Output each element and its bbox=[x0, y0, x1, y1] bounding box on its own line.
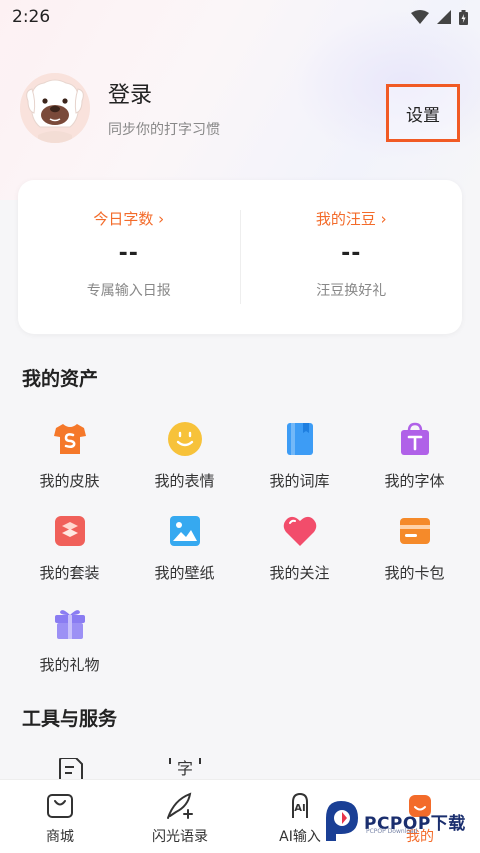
asset-label: 我的词库 bbox=[269, 472, 330, 490]
asset-label: 我的壁纸 bbox=[154, 564, 215, 582]
wallet-icon bbox=[396, 512, 434, 550]
feather-icon bbox=[167, 792, 193, 819]
watermark: PCPOP下载 PCPOP Download bbox=[322, 796, 480, 846]
shopping-bag-outline-icon bbox=[47, 794, 73, 818]
asset-label: 我的套装 bbox=[39, 564, 100, 582]
picture-icon bbox=[166, 512, 204, 550]
asset-item-suit[interactable]: 我的套装 bbox=[12, 512, 127, 602]
asset-item-lexicon[interactable]: 我的词库 bbox=[242, 420, 357, 510]
profile-section[interactable]: 登录 同步你的打字习惯 设置 bbox=[20, 72, 460, 144]
login-title[interactable]: 登录 bbox=[108, 77, 220, 109]
stat-title[interactable]: 我的汪豆 › bbox=[316, 208, 387, 229]
book-icon bbox=[281, 420, 319, 458]
status-bar: 2:26 bbox=[0, 0, 480, 34]
today-words-stat[interactable]: 今日字数 › -- 专属输入日报 bbox=[18, 180, 240, 334]
asset-label: 我的字体 bbox=[384, 472, 445, 490]
pcpop-logo-icon bbox=[326, 801, 358, 841]
tools-row: 字 bbox=[0, 750, 480, 780]
tab-label: 商城 bbox=[46, 829, 74, 845]
tab-label: 闪光语录 bbox=[152, 829, 208, 845]
tab-label: AI输入 bbox=[279, 829, 321, 845]
assets-section-title: 我的资产 bbox=[22, 368, 99, 390]
ai-icon: AI bbox=[292, 792, 308, 818]
tools-section-title: 工具与服务 bbox=[22, 708, 118, 730]
svg-text:字: 字 bbox=[177, 759, 193, 778]
shopping-bag-icon bbox=[396, 420, 434, 458]
character-icon[interactable]: 字 bbox=[168, 756, 202, 780]
asset-label: 我的关注 bbox=[269, 564, 330, 582]
asset-item-emoji[interactable]: 我的表情 bbox=[127, 420, 242, 510]
asset-item-follow[interactable]: 我的关注 bbox=[242, 512, 357, 602]
asset-item-skin[interactable]: 我的皮肤 bbox=[12, 420, 127, 510]
tshirt-icon bbox=[51, 420, 89, 458]
status-icons bbox=[411, 9, 468, 25]
asset-label: 我的表情 bbox=[154, 472, 215, 490]
signal-icon bbox=[437, 10, 451, 24]
document-icon[interactable] bbox=[56, 758, 86, 780]
stats-card: 今日字数 › -- 专属输入日报 我的汪豆 › -- 汪豆换好礼 bbox=[18, 180, 462, 334]
settings-button[interactable]: 设置 bbox=[386, 84, 460, 142]
wangdou-stat[interactable]: 我的汪豆 › -- 汪豆换好礼 bbox=[241, 180, 463, 334]
wifi-icon bbox=[411, 10, 429, 24]
profile-text: 登录 同步你的打字习惯 bbox=[108, 77, 220, 139]
asset-item-cards[interactable]: 我的卡包 bbox=[357, 512, 472, 602]
asset-item-wallpaper[interactable]: 我的壁纸 bbox=[127, 512, 242, 602]
heart-icon bbox=[281, 512, 319, 550]
asset-label: 我的皮肤 bbox=[39, 472, 100, 490]
asset-label: 我的卡包 bbox=[384, 564, 445, 582]
dog-avatar-icon bbox=[20, 73, 90, 143]
stat-value: -- bbox=[118, 241, 139, 266]
asset-item-font[interactable]: 我的字体 bbox=[357, 420, 472, 510]
gift-icon bbox=[51, 604, 89, 642]
stat-description: 汪豆换好礼 bbox=[316, 283, 387, 299]
watermark-subtext: PCPOP Download bbox=[366, 828, 418, 835]
battery-icon bbox=[459, 9, 468, 25]
stat-value: -- bbox=[341, 241, 362, 266]
status-time: 2:26 bbox=[12, 7, 51, 27]
smiley-icon bbox=[166, 420, 204, 458]
asset-item-gift[interactable]: 我的礼物 bbox=[12, 604, 127, 694]
stat-title[interactable]: 今日字数 › bbox=[93, 208, 164, 229]
stat-description: 专属输入日报 bbox=[86, 283, 171, 299]
tab-mall[interactable]: 商城 bbox=[0, 780, 120, 853]
svg-text:AI: AI bbox=[294, 803, 305, 814]
tab-quotes[interactable]: 闪光语录 bbox=[120, 780, 240, 853]
asset-label: 我的礼物 bbox=[39, 656, 100, 674]
avatar[interactable] bbox=[20, 73, 90, 143]
login-subtitle: 同步你的打字习惯 bbox=[108, 122, 220, 138]
layers-icon bbox=[51, 512, 89, 550]
